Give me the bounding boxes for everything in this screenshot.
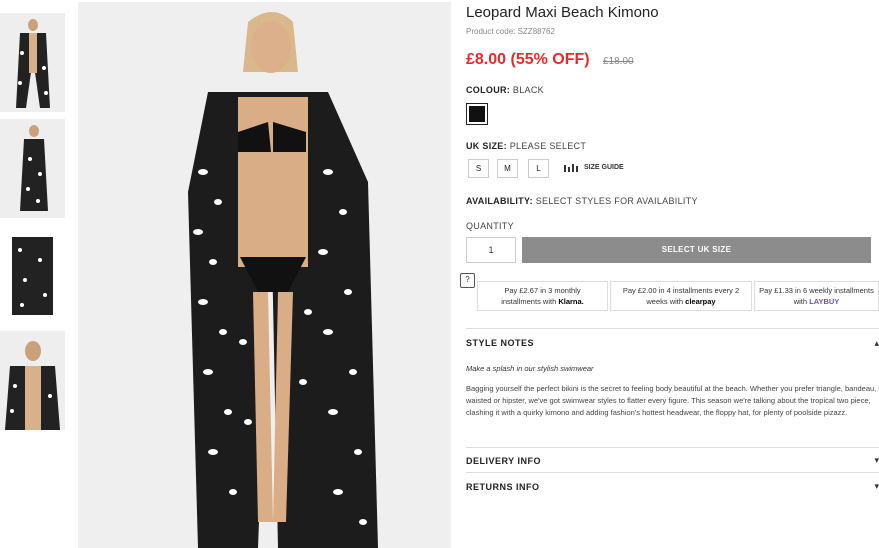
- clearpay-payment-option[interactable]: Pay £2.00 in 4 installments every 2 week…: [610, 281, 752, 311]
- size-value: PLEASE SELECT: [509, 141, 587, 151]
- thumbnail-gallery: [0, 13, 66, 437]
- returns-info-heading[interactable]: RETURNS INFO: [466, 482, 540, 492]
- sale-price: £8.00 (55% OFF): [466, 51, 590, 68]
- ruler-icon: [564, 164, 578, 172]
- size-option-m[interactable]: M: [497, 159, 518, 178]
- laybuy-logo: LAYBUY: [809, 297, 840, 306]
- klarna-logo: Klarna.: [558, 297, 584, 306]
- help-icon[interactable]: ?: [460, 273, 475, 288]
- size-option-s[interactable]: S: [468, 159, 489, 178]
- colour-label: COLOUR: BLACK: [466, 85, 544, 95]
- quantity-input[interactable]: 1: [466, 237, 516, 263]
- style-notes-tagline: Make a splash in our stylish swimwear: [466, 364, 594, 373]
- chevron-up-icon[interactable]: ▴: [874, 338, 879, 349]
- colour-swatch-black[interactable]: [466, 103, 488, 125]
- chevron-down-icon[interactable]: ▾: [874, 481, 879, 492]
- laybuy-payment-option[interactable]: Pay £1.33 in 6 weekly installments with …: [754, 281, 879, 311]
- original-price: £18.00: [603, 56, 634, 67]
- divider: [466, 472, 879, 473]
- select-size-button[interactable]: SELECT UK SIZE: [522, 237, 871, 263]
- availability-value: SELECT STYLES FOR AVAILABILITY: [535, 196, 698, 206]
- availability-label: AVAILABILITY: SELECT STYLES FOR AVAILABI…: [466, 196, 698, 206]
- style-notes-body: Bagging yourself the perfect bikini is t…: [466, 384, 879, 417]
- product-title: Leopard Maxi Beach Kimono: [466, 4, 659, 21]
- colour-value: BLACK: [512, 85, 544, 95]
- delivery-info-heading[interactable]: DELIVERY INFO: [466, 456, 541, 466]
- size-guide-link[interactable]: SIZE GUIDE: [564, 163, 624, 172]
- main-product-image[interactable]: [78, 2, 451, 548]
- divider: [466, 328, 879, 329]
- thumbnail-side[interactable]: [0, 119, 65, 218]
- chevron-down-icon[interactable]: ▾: [874, 455, 879, 466]
- size-label: UK SIZE: PLEASE SELECT: [466, 141, 587, 151]
- thumbnail-closeup[interactable]: [0, 331, 65, 430]
- size-option-l[interactable]: L: [528, 159, 549, 178]
- product-code: Product code: SZZ88762: [466, 27, 555, 36]
- clearpay-logo: clearpay: [685, 297, 716, 306]
- divider: [466, 447, 879, 448]
- quantity-label: QUANTITY: [466, 221, 514, 231]
- thumbnail-flat[interactable]: [0, 225, 65, 324]
- thumbnail-front[interactable]: [0, 13, 65, 112]
- klarna-payment-option[interactable]: Pay £2.67 in 3 monthly installments with…: [477, 281, 608, 311]
- style-notes-heading[interactable]: STYLE NOTES: [466, 338, 534, 348]
